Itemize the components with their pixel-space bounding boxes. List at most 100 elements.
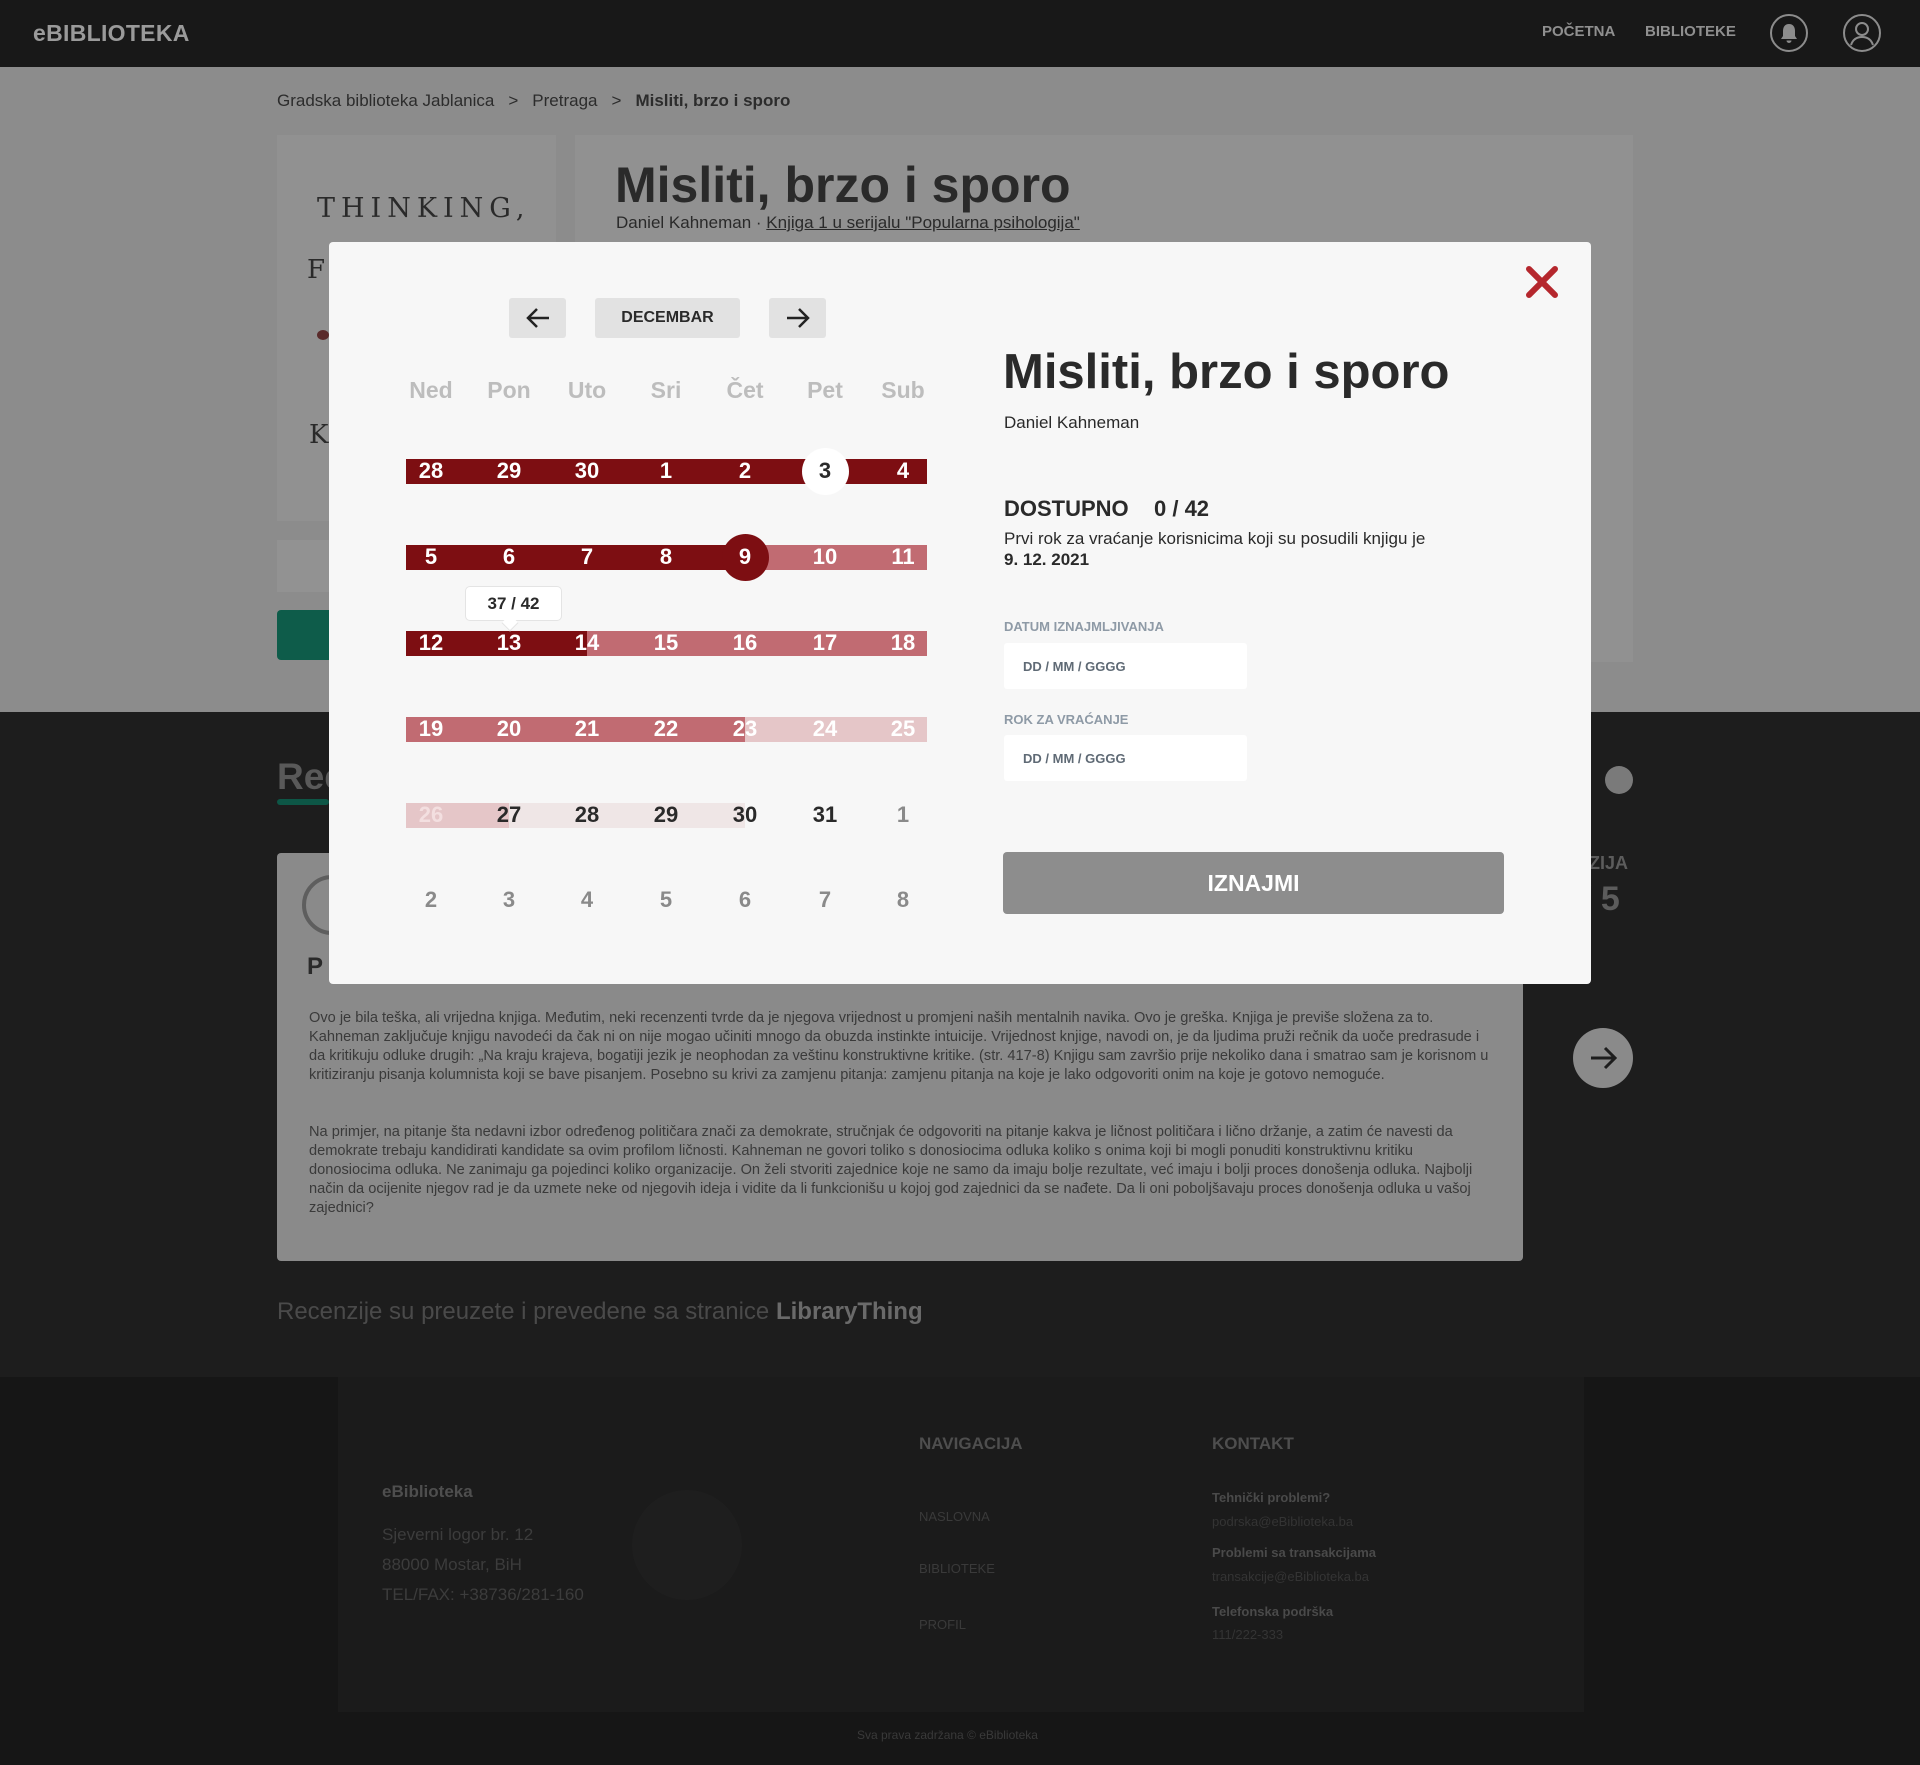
- copyright: Sva prava zadržana © eBiblioteka: [857, 1728, 1038, 1742]
- calendar-day[interactable]: 12: [401, 630, 461, 656]
- cover-letter-f: F: [307, 255, 326, 285]
- availability-tooltip: 37 / 42: [465, 586, 562, 621]
- calendar-day[interactable]: 13: [479, 630, 539, 656]
- footer-nav-title: NAVIGACIJA: [919, 1434, 1023, 1453]
- contact-label: Problemi sa transakcijama: [1212, 1545, 1377, 1560]
- calendar-day[interactable]: 2: [715, 458, 775, 484]
- top-bar: eBIBLIOTEKA POČETNA BIBLIOTEKE: [0, 0, 1920, 67]
- calendar-day[interactable]: 11: [873, 544, 933, 570]
- calendar-day[interactable]: 14: [557, 630, 617, 656]
- footer-contact-title: KONTAKT: [1212, 1434, 1294, 1453]
- calendar-day[interactable]: 15: [636, 630, 696, 656]
- calendar-day[interactable]: 29: [636, 802, 696, 828]
- contact-email-transactions[interactable]: transakcije@eBiblioteka.ba: [1212, 1569, 1369, 1584]
- footer-brand: eBiblioteka: [382, 1482, 473, 1501]
- next-review-button[interactable]: [1573, 1028, 1633, 1088]
- rent-date-input[interactable]: [1004, 643, 1247, 689]
- calendar-day[interactable]: 7: [557, 544, 617, 570]
- close-icon[interactable]: [1522, 262, 1562, 302]
- calendar-day[interactable]: 24: [795, 716, 855, 742]
- book-subtitle: Daniel Kahneman · Knjiga 1 u serijalu "P…: [616, 213, 1080, 233]
- return-note: Prvi rok za vraćanje korisnicima koji su…: [1004, 529, 1426, 548]
- calendar-day[interactable]: 9: [715, 544, 775, 570]
- footer-nav-libraries[interactable]: BIBLIOTEKE: [919, 1561, 995, 1576]
- available-count: 0 / 42: [1154, 496, 1210, 521]
- calendar-day[interactable]: 19: [401, 716, 461, 742]
- calendar-day[interactable]: 23: [715, 716, 775, 742]
- calendar-day[interactable]: 4: [557, 887, 617, 913]
- user-icon[interactable]: [1843, 14, 1881, 52]
- review-paragraph: Na primjer, na pitanje šta nedavni izbor…: [309, 1124, 1473, 1216]
- calendar-day[interactable]: 5: [636, 887, 696, 913]
- cover-pencil-mark: [317, 330, 329, 340]
- cover-title: THINKING,: [317, 193, 531, 224]
- calendar-day[interactable]: 21: [557, 716, 617, 742]
- footer-nav-profile[interactable]: PROFIL: [919, 1617, 966, 1632]
- calendar-day[interactable]: 18: [873, 630, 933, 656]
- calendar-day[interactable]: 20: [479, 716, 539, 742]
- calendar-day[interactable]: 26: [401, 802, 461, 828]
- footer-nav-home[interactable]: NASLOVNA: [919, 1509, 990, 1524]
- calendar-day[interactable]: 22: [636, 716, 696, 742]
- calendar-day[interactable]: 16: [715, 630, 775, 656]
- chevron-right-icon: >: [611, 91, 622, 110]
- calendar-day[interactable]: 2: [401, 887, 461, 913]
- calendar-day[interactable]: 1: [873, 802, 933, 828]
- calendar-day[interactable]: 28: [557, 802, 617, 828]
- return-date-label: ROK ZA VRAĆANJE: [1004, 712, 1129, 727]
- bell-icon[interactable]: [1770, 14, 1808, 52]
- calendar-day[interactable]: 27: [479, 802, 539, 828]
- rent-button[interactable]: IZNAJMI: [1003, 852, 1504, 914]
- calendar-day[interactable]: 4: [873, 458, 933, 484]
- series-link[interactable]: Knjiga 1 u serijalu "Popularna psihologi…: [766, 213, 1080, 232]
- calendar-day[interactable]: 6: [715, 887, 775, 913]
- calendar-day[interactable]: 30: [715, 802, 775, 828]
- credits-prefix: Recenzije su preuzete i prevedene sa str…: [277, 1298, 770, 1325]
- breadcrumb-search[interactable]: Pretraga: [532, 91, 597, 111]
- calendar-day[interactable]: 31: [795, 802, 855, 828]
- return-date-input[interactable]: [1004, 735, 1247, 781]
- cover-letter-k: K: [309, 420, 329, 450]
- breadcrumb-library[interactable]: Gradska biblioteka Jablanica: [277, 91, 494, 111]
- weekday-sub: Sub: [881, 377, 925, 403]
- calendar-day[interactable]: 8: [636, 544, 696, 570]
- calendar-day[interactable]: 8: [873, 887, 933, 913]
- calendar-day[interactable]: 3: [479, 887, 539, 913]
- calendar-day[interactable]: 25: [873, 716, 933, 742]
- nav-home[interactable]: POČETNA: [1542, 23, 1615, 40]
- calendar-day[interactable]: 3: [795, 458, 855, 484]
- next-month-button[interactable]: [769, 298, 826, 338]
- contact-label: Tehnički problemi?: [1212, 1490, 1331, 1505]
- prev-month-button[interactable]: [509, 298, 566, 338]
- calendar-day[interactable]: 17: [795, 630, 855, 656]
- rent-date-label: DATUM IZNAJMLJIVANJA: [1004, 619, 1164, 634]
- book-author[interactable]: Daniel Kahneman: [616, 213, 751, 232]
- slider-dot[interactable]: [1605, 766, 1633, 794]
- available-label: DOSTUPNO: [1004, 496, 1129, 521]
- modal-book-title: Misliti, brzo i sporo: [1003, 345, 1450, 399]
- app-logo[interactable]: eBIBLIOTEKA: [33, 20, 190, 47]
- credits-source-link[interactable]: LibraryThing: [776, 1298, 923, 1325]
- nav-libraries[interactable]: BIBLIOTEKE: [1645, 23, 1736, 40]
- calendar-day[interactable]: 10: [795, 544, 855, 570]
- calendar-day[interactable]: 6: [479, 544, 539, 570]
- footer-phone: TEL/FAX: +38736/281-160: [382, 1585, 584, 1604]
- rating-label: ZIJA: [1589, 853, 1629, 873]
- chevron-right-icon: >: [508, 91, 519, 110]
- contact-email-support[interactable]: podrska@eBiblioteka.ba: [1212, 1514, 1353, 1529]
- reviewer-name: P: [307, 953, 324, 980]
- arrow-right-icon: [1591, 1046, 1618, 1070]
- calendar-day[interactable]: 29: [479, 458, 539, 484]
- arrow-right-icon: [787, 308, 810, 328]
- weekday-pet: Pet: [807, 377, 843, 403]
- calendar-day[interactable]: 28: [401, 458, 461, 484]
- heading-underline: [277, 799, 329, 805]
- calendar-day[interactable]: 5: [401, 544, 461, 570]
- first-return-date: 9. 12. 2021: [1004, 550, 1090, 569]
- calendar-day[interactable]: 30: [557, 458, 617, 484]
- calendar-day[interactable]: 1: [636, 458, 696, 484]
- weekday-pon: Pon: [487, 377, 531, 403]
- weekday-čet: Čet: [726, 377, 764, 403]
- calendar-day[interactable]: 7: [795, 887, 855, 913]
- month-label: DECEMBAR: [595, 298, 740, 338]
